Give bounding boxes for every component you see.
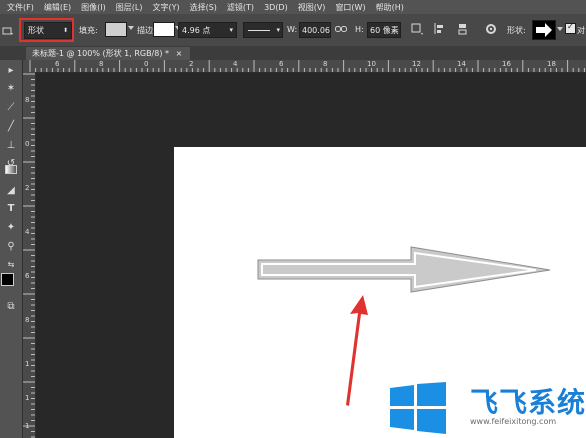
path-alignment-icon[interactable] — [433, 22, 447, 36]
stroke-width-select[interactable]: 4.96 点 ▾ — [178, 22, 237, 38]
ruler-label: 12 — [412, 60, 421, 68]
ruler-label: 8 — [25, 316, 30, 324]
brush-icon[interactable]: ╱ — [3, 120, 19, 134]
ruler-label: 1 — [25, 422, 30, 430]
ruler-label: 18 — [547, 60, 556, 68]
checkmark-icon: ✓ — [567, 22, 574, 31]
foreground-color-swatch[interactable] — [1, 273, 14, 286]
width-value: 400.06 — [302, 25, 330, 35]
screen-mode-icon[interactable]: ⧉ — [3, 300, 19, 314]
tool-preset-picker[interactable] — [2, 24, 14, 38]
ruler-label: 8 — [99, 60, 104, 68]
swap-colors-icon[interactable]: ⇆ — [3, 258, 19, 272]
menu-filter[interactable]: 滤镜(T) — [227, 2, 254, 13]
stroke-type-select[interactable]: ▾ — [243, 22, 283, 38]
stroke-width-value: 4.96 点 — [182, 25, 211, 35]
eraser-icon[interactable]: ◢ — [3, 184, 19, 198]
shape-tool-icon — [2, 27, 13, 35]
menu-window[interactable]: 窗口(W) — [335, 2, 365, 13]
magic-wand-icon[interactable]: ✶ — [3, 82, 19, 96]
path-arrangement-icon[interactable] — [456, 22, 470, 36]
shape-label: 形状: — [507, 26, 526, 35]
updown-icon: ⬍ — [62, 27, 68, 34]
ruler-label: 2 — [189, 60, 194, 68]
width-input[interactable]: 400.06 — [299, 22, 331, 38]
fill-label: 填充: — [79, 26, 98, 35]
ruler-label: 4 — [233, 60, 238, 68]
tool-mode-select[interactable]: 形状 ⬍ — [24, 22, 72, 39]
ruler-label: 10 — [367, 60, 376, 68]
text-tool-icon[interactable]: T — [3, 202, 19, 216]
ruler-label: 6 — [55, 60, 60, 68]
shape-dropdown-icon[interactable] — [557, 27, 563, 31]
align-edges-label: 对 — [577, 26, 585, 35]
gear-icon[interactable] — [484, 22, 498, 36]
menu-3d[interactable]: 3D(D) — [264, 3, 288, 12]
ruler-label: 16 — [502, 60, 511, 68]
horizontal-ruler: 6 8 0 2 4 6 8 10 12 14 16 18 — [23, 60, 586, 73]
height-value: 60 像素 — [370, 25, 399, 35]
toolbox: ▸ ✶ ⟋ ╱ ⊥ ↺ ◢ ● T ✦ ⚲ ⇆ ⧉ — [0, 60, 23, 438]
ruler-ticks — [23, 73, 35, 438]
ruler-label: 8 — [323, 60, 328, 68]
align-edges-checkbox[interactable]: ✓ — [565, 22, 576, 34]
menu-image[interactable]: 图像(I) — [81, 2, 106, 13]
fill-dropdown-icon[interactable] — [128, 26, 134, 30]
gradient-tool-icon[interactable] — [3, 165, 19, 179]
path-operations-icon[interactable] — [410, 22, 424, 36]
height-input[interactable]: 60 像素 — [367, 22, 401, 38]
menu-view[interactable]: 视图(V) — [298, 2, 326, 13]
zoom-icon[interactable]: ⚲ — [3, 240, 19, 254]
vertical-ruler: 8 0 2 4 6 8 1 1 1 — [23, 72, 36, 438]
document-tab-title: 未标题-1 @ 100% (形状 1, RGB/8) * — [32, 49, 170, 58]
windows-logo-icon — [390, 382, 446, 434]
watermark-url: www.feifeixitong.com — [470, 417, 557, 426]
ruler-label: 6 — [279, 60, 284, 68]
tool-mode-value: 形状 — [28, 26, 44, 35]
close-icon[interactable]: × — [176, 49, 183, 58]
chevron-down-icon: ▾ — [276, 26, 280, 34]
arrow-shape-icon — [536, 23, 552, 37]
width-label: W: — [287, 25, 298, 34]
eyedropper-icon[interactable]: ⟋ — [3, 101, 19, 115]
ruler-label: 14 — [457, 60, 466, 68]
watermark-title: 飞飞系统 — [470, 386, 586, 419]
ruler-label: 6 — [25, 272, 30, 280]
ruler-label: 1 — [25, 394, 30, 402]
document-tab[interactable]: 未标题-1 @ 100% (形状 1, RGB/8) * × — [26, 47, 191, 60]
ruler-label: 2 — [25, 184, 30, 192]
path-selection-icon[interactable]: ✦ — [3, 221, 19, 235]
move-tool-icon[interactable]: ▸ — [3, 64, 19, 78]
menu-help[interactable]: 帮助(H) — [376, 2, 404, 13]
menu-bar: 文件(F) 编辑(E) 图像(I) 图层(L) 文字(Y) 选择(S) 滤镜(T… — [0, 0, 586, 14]
link-icon[interactable] — [335, 24, 347, 34]
ruler-label: 4 — [25, 228, 30, 236]
menu-edit[interactable]: 编辑(E) — [44, 2, 71, 13]
menu-type[interactable]: 文字(Y) — [152, 2, 179, 13]
ruler-label: 0 — [25, 140, 30, 148]
ruler-label: 0 — [144, 60, 149, 68]
chevron-down-icon: ▾ — [229, 26, 233, 34]
menu-layer[interactable]: 图层(L) — [116, 2, 143, 13]
clone-stamp-icon[interactable]: ⊥ — [3, 139, 19, 153]
ruler-label: 1 — [25, 360, 30, 368]
ruler-label: 8 — [25, 96, 30, 104]
menu-select[interactable]: 选择(S) — [190, 2, 217, 13]
stroke-swatch[interactable] — [153, 22, 175, 37]
menu-file[interactable]: 文件(F) — [7, 2, 34, 13]
height-label: H: — [355, 25, 364, 34]
fill-swatch[interactable] — [105, 22, 127, 37]
line-style-icon — [248, 29, 270, 31]
shape-picker[interactable] — [532, 20, 556, 40]
